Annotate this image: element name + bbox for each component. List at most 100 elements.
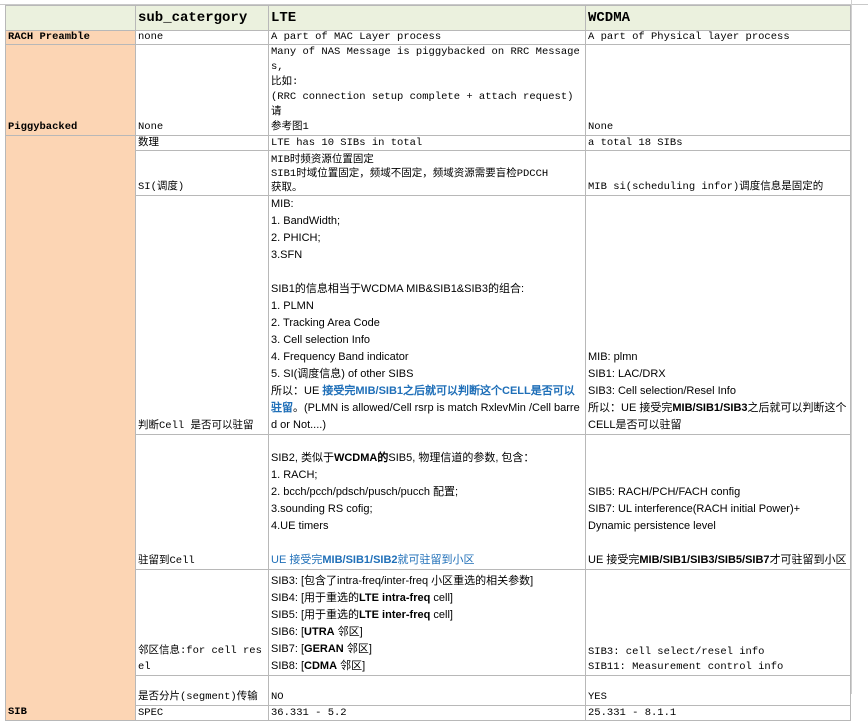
line-a: SIB6: [ <box>271 626 305 638</box>
line-a: SIB8: [ <box>271 660 305 672</box>
cell-wcdma-count[interactable]: a total 18 SIBs <box>585 135 851 151</box>
text-line: SIB11: Measurement control info <box>588 661 784 673</box>
comparison-table: sub_catergory LTE WCDMA RACH Preamble no… <box>5 5 851 721</box>
text-line: Dynamic persistence level <box>588 520 716 532</box>
text-line: 参考图1 <box>271 121 309 133</box>
line-b: CDMA <box>304 660 338 672</box>
text-line: 2. Tracking Area Code <box>271 317 380 329</box>
conclusion-a: UE 接受完 <box>588 554 640 566</box>
text-line: 3. Cell selection Info <box>271 334 371 346</box>
text-line: 1. BandWidth; <box>271 215 341 227</box>
cell-lte-rach[interactable]: A part of MAC Layer process <box>268 30 586 45</box>
text-line: SIB5: RACH/PCH/FACH config <box>588 486 741 498</box>
cell-sub-spec[interactable]: SPEC <box>135 705 269 721</box>
cell-sub-rach[interactable]: none <box>135 30 269 45</box>
cell-wcdma-judge[interactable]: MIB: plmn SIB1: LAC/DRX SIB3: Cell selec… <box>585 195 851 435</box>
text-line: SIB3: Cell selection/Resel Info <box>588 385 736 397</box>
cell-lte-camp[interactable]: SIB2, 类似于WCDMA的SIB5, 物理信道的参数, 包含： 1. RAC… <box>268 434 586 570</box>
text-line: MIB时频资源位置固定 <box>271 154 374 166</box>
text-line: SIB5: [用于重选的LTE inter-freq cell] <box>271 607 583 624</box>
line-c: 邻区] <box>343 643 372 655</box>
row-rach-preamble: RACH Preamble none A part of MAC Layer p… <box>5 30 851 45</box>
conclusion-highlight: MIB/SIB1/SIB3 <box>672 402 748 414</box>
cell-sub-judge[interactable]: 判断Cell 是否可以驻留 <box>135 195 269 435</box>
text-line: SIB1: LAC/DRX <box>588 368 666 380</box>
line-c: 邻区] <box>334 626 363 638</box>
text-line: SIB1时域位置固定，频域不固定，频域资源需要盲检PDCCH <box>271 168 549 180</box>
line-c: 邻区] <box>337 660 366 672</box>
conclusion-text: UE 接受完MIB/SIB1/SIB2就可驻留到小区 <box>271 552 583 569</box>
cell-sub-piggybacked[interactable]: None <box>135 44 269 136</box>
conclusion-prefix: 所以：UE 接受完 <box>588 402 673 414</box>
text-line: SIB2, 类似于WCDMA的SIB5, 物理信道的参数, 包含： <box>271 450 583 467</box>
cell-sub-neighbor[interactable]: 邻区信息:for cell resel <box>135 569 269 676</box>
header-sub-category[interactable]: sub_catergory <box>135 5 269 31</box>
cell-wcdma-rach[interactable]: A part of Physical layer process <box>585 30 851 45</box>
text-line: (RRC connection setup complete + attach … <box>271 91 574 118</box>
conclusion-c: 才可驻留到小区 <box>769 554 847 566</box>
cell-lte-segment[interactable]: NO <box>268 675 586 706</box>
line-a: SIB3: [包含了 <box>271 575 338 587</box>
line-b: UTRA <box>304 626 335 638</box>
conclusion-text: UE 接受完MIB/SIB1/SIB3/SIB5/SIB7才可驻留到小区 <box>588 552 848 569</box>
text-line: Many of NAS Message is piggybacked on RR… <box>271 46 580 73</box>
conclusion-b: MIB/SIB1/SIB3/SIB5/SIB7 <box>639 554 770 566</box>
cell-wcdma-segment[interactable]: YES <box>585 675 851 706</box>
text-line: SIB7: UL interference(RACH initial Power… <box>588 503 801 515</box>
cell-sub-segment[interactable]: 是否分片(segment)传输 <box>135 675 269 706</box>
text-line: SIB3: [包含了intra-freq/inter-freq 小区重选的相关参… <box>271 573 583 590</box>
line-a: SIB7: [ <box>271 643 305 655</box>
intro-c: SIB5, 物理信道的参数, 包含： <box>388 452 535 464</box>
text-line: 2. PHICH; <box>271 232 321 244</box>
cell-lte-si[interactable]: MIB时频资源位置固定 SIB1时域位置固定，频域不固定，频域资源需要盲检PDC… <box>268 150 586 196</box>
header-category[interactable] <box>5 5 136 31</box>
cell-sub-camp[interactable]: 驻留到Cell <box>135 434 269 570</box>
conclusion-suffix: 。(PLMN is allowed/Cell rsrp is match Rxl… <box>271 402 580 431</box>
cell-wcdma-si[interactable]: MIB si(scheduling infor)调度信息是固定的 <box>585 150 851 196</box>
cell-sub-si[interactable]: SI(调度) <box>135 150 269 196</box>
row-sib-count: SIB 数理 LTE has 10 SIBs in total a total … <box>5 135 851 721</box>
text-line: 3.SFN <box>271 249 303 261</box>
line-c: cell] <box>430 592 453 604</box>
cell-lte-count[interactable]: LTE has 10 SIBs in total <box>268 135 586 151</box>
text-line <box>271 535 583 552</box>
cell-wcdma-spec[interactable]: 25.331 - 8.1.1 <box>585 705 851 721</box>
text-line: 2. bcch/pcch/pdsch/pusch/pucch 配置; <box>271 486 459 498</box>
line-c: cell] <box>430 609 453 621</box>
conclusion-c: 就可驻留到小区 <box>397 554 475 566</box>
header-row: sub_catergory LTE WCDMA <box>5 5 851 31</box>
text-line: SIB8: [CDMA 邻区] <box>271 658 583 675</box>
line-a: SIB4: [用于重选的 <box>271 592 360 604</box>
cell-wcdma-piggybacked[interactable]: None <box>585 44 851 136</box>
cell-lte-spec[interactable]: 36.331 - 5.2 <box>268 705 586 721</box>
text-line: 3.sounding RS cofig; <box>271 503 373 515</box>
line-a: SIB5: [用于重选的 <box>271 609 360 621</box>
text-line: MIB: plmn <box>588 351 638 363</box>
cell-sub-count[interactable]: 数理 <box>135 135 269 151</box>
text-line: 1. RACH; <box>271 469 318 481</box>
conclusion-prefix: 所以：UE <box>271 385 323 397</box>
text-line: SIB7: [GERAN 邻区] <box>271 641 583 658</box>
text-line: 4.UE timers <box>271 520 329 532</box>
conclusion-text: 所以：UE 接受完MIB/SIB1/SIB3之后就可以判断这个CELL是否可以驻… <box>588 400 848 434</box>
header-lte[interactable]: LTE <box>268 5 586 31</box>
cell-lte-piggybacked[interactable]: Many of NAS Message is piggybacked on RR… <box>268 44 586 136</box>
cell-wcdma-neighbor[interactable]: SIB3: cell select/resel info SIB11: Meas… <box>585 569 851 676</box>
text-line: 4. Frequency Band indicator <box>271 351 409 363</box>
text-line: SIB3: cell select/resel info <box>588 646 765 658</box>
text-line: 5. SI(调度信息) of other SIBS <box>271 368 414 380</box>
cell-lte-judge[interactable]: MIB: 1. BandWidth; 2. PHICH; 3.SFN SIB1的… <box>268 195 586 435</box>
row-piggybacked: Piggybacked None Many of NAS Message is … <box>5 44 851 136</box>
line-b: LTE inter-freq <box>359 609 431 621</box>
cell-category-sib[interactable]: SIB <box>5 135 136 721</box>
cell-wcdma-camp[interactable]: SIB5: RACH/PCH/FACH config SIB7: UL inte… <box>585 434 851 570</box>
line-c: intra-freq/inter-freq 小区重选的相关参数] <box>337 575 534 587</box>
text-line: SIB6: [UTRA 邻区] <box>271 624 583 641</box>
header-wcdma[interactable]: WCDMA <box>585 5 851 31</box>
cell-lte-neighbor[interactable]: SIB3: [包含了intra-freq/inter-freq 小区重选的相关参… <box>268 569 586 676</box>
conclusion-a: UE 接受完 <box>271 554 323 566</box>
cell-category-piggybacked[interactable]: Piggybacked <box>5 44 136 136</box>
intro-a: SIB2, 类似于 <box>271 452 334 464</box>
cell-category-rach[interactable]: RACH Preamble <box>5 30 136 45</box>
conclusion-text: 所以：UE 接受完MIB/SIB1之后就可以判断这个CELL是否可以驻留。(PL… <box>271 383 583 434</box>
